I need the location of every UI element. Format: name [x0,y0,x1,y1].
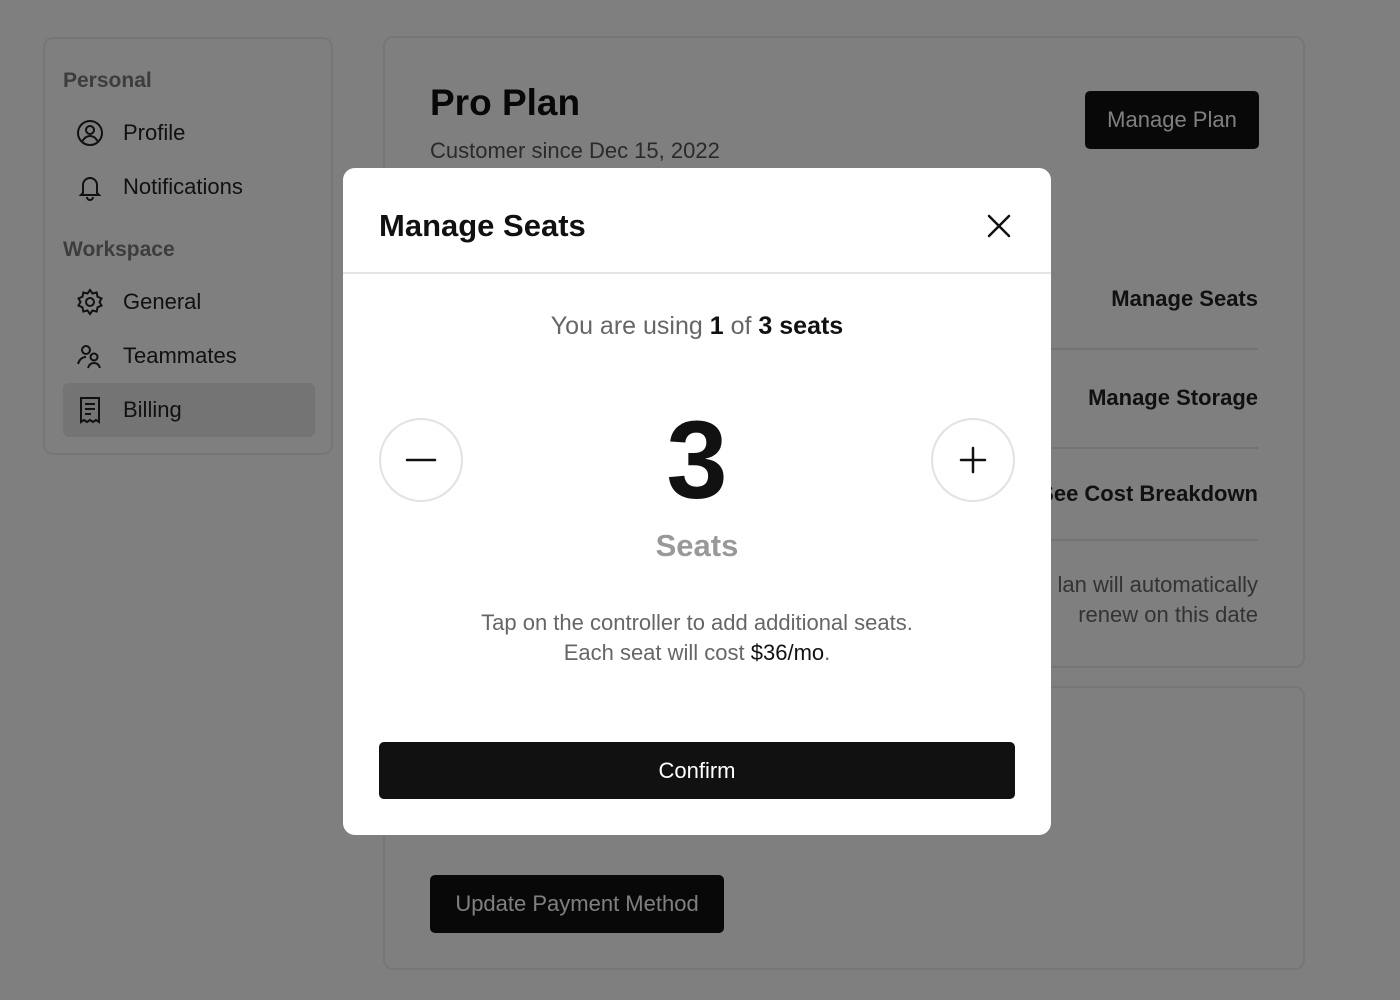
usage-of: of [730,312,752,340]
seat-price: $36/mo [750,640,825,665]
help-price-suffix: . [824,640,831,665]
plus-icon [959,446,987,474]
help-line: Each seat will cost $36/mo. [343,638,1051,668]
confirm-button[interactable]: Confirm [379,742,1015,799]
seat-usage: You are using 1 of 3 seats [343,312,1051,341]
usage-prefix: You are using [550,312,703,340]
seat-unit-label: Seats [655,528,739,563]
increase-seats-button[interactable] [931,418,1015,502]
modal-header: Manage Seats [343,168,1051,274]
used-seats: 1 [709,312,724,340]
total-seats: 3 seats [758,312,844,340]
help-line: Tap on the controller to add additional … [481,610,913,635]
help-text: Tap on the controller to add additional … [343,608,1051,668]
close-icon [987,214,1011,238]
close-button[interactable] [981,208,1017,244]
help-price-prefix: Each seat will cost [563,640,745,665]
modal-title: Manage Seats [379,208,586,243]
manage-seats-modal: Manage Seats You are using 1 of 3 seats … [343,168,1051,835]
